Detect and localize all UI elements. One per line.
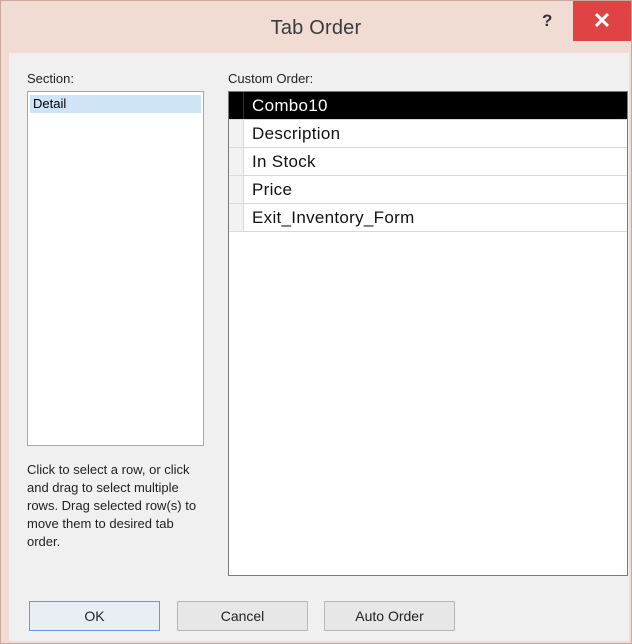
order-row[interactable]: In Stock <box>229 148 627 176</box>
order-row[interactable]: Description <box>229 120 627 148</box>
row-selector[interactable] <box>229 204 244 231</box>
dialog-title: Tab Order <box>270 17 362 39</box>
section-list[interactable]: Detail <box>27 91 204 446</box>
auto-order-button[interactable]: Auto Order <box>324 601 455 631</box>
section-label: Section: <box>27 71 74 86</box>
cancel-button[interactable]: Cancel <box>177 601 308 631</box>
row-selector[interactable] <box>229 176 244 203</box>
instructions-text: Click to select a row, or click and drag… <box>27 462 197 549</box>
row-label: Combo10 <box>252 96 328 115</box>
close-glyph: ✕ <box>592 8 612 33</box>
tab-order-dialog: Tab Order ? ✕ Section: Detail Click to s… <box>0 0 632 644</box>
row-label: Price <box>252 180 293 199</box>
row-label: In Stock <box>252 152 316 171</box>
section-item-detail[interactable]: Detail <box>30 95 201 113</box>
order-row[interactable]: Price <box>229 176 627 204</box>
row-label: Exit_Inventory_Form <box>252 208 415 227</box>
help-icon[interactable]: ? <box>542 11 552 31</box>
order-row[interactable]: Exit_Inventory_Form <box>229 204 627 232</box>
dialog-body: Section: Detail Click to select a row, o… <box>9 53 629 641</box>
custom-order-label: Custom Order: <box>228 71 314 86</box>
row-selector[interactable] <box>229 92 244 119</box>
custom-order-list[interactable]: Combo10 Description In Stock Price Exit_… <box>228 91 628 576</box>
title-bar[interactable]: Tab Order ? ✕ <box>1 1 631 53</box>
close-icon[interactable]: ✕ <box>573 1 631 41</box>
ok-button[interactable]: OK <box>29 601 160 631</box>
order-row[interactable]: Combo10 <box>229 92 627 120</box>
row-selector[interactable] <box>229 148 244 175</box>
row-label: Description <box>252 124 341 143</box>
row-selector[interactable] <box>229 120 244 147</box>
